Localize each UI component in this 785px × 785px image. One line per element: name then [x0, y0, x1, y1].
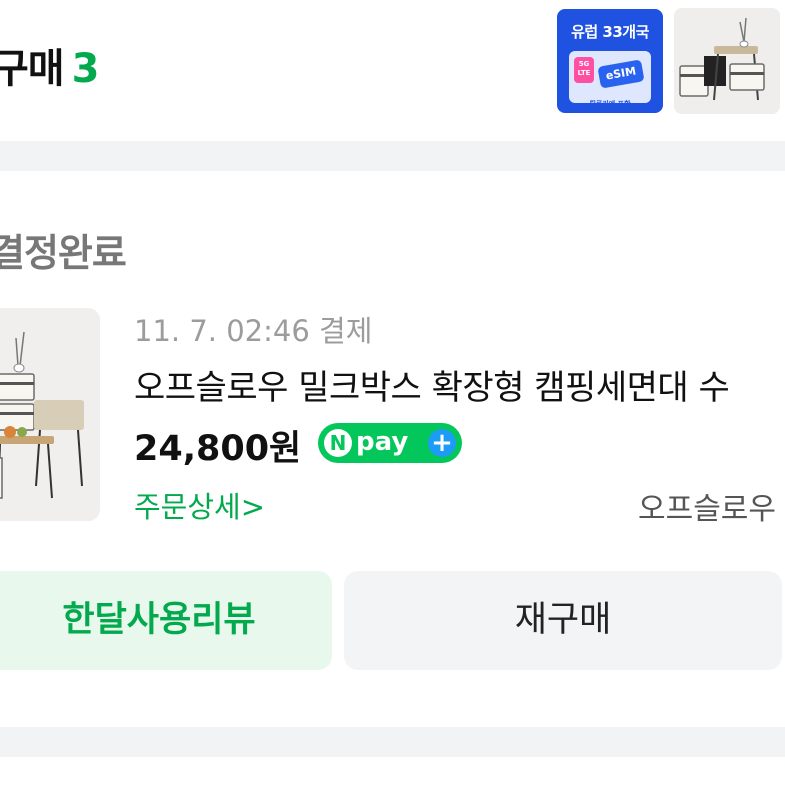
- purchase-count: 3: [71, 46, 100, 92]
- npay-plus-badge: N pay +: [318, 423, 462, 463]
- npay-label: pay: [356, 427, 409, 457]
- page: 구매 3 유럽 33개국 5G LTE eSIM 튀르키예 포함 결정완료 11…: [0, 0, 785, 785]
- product-image[interactable]: [0, 308, 100, 521]
- naver-n-icon: N: [324, 429, 352, 457]
- page-title-text: 구매: [0, 46, 65, 92]
- monthly-review-button[interactable]: 한달사용리뷰: [0, 571, 332, 670]
- esim-ad-caption: 튀르키예 포함: [589, 100, 631, 108]
- order-detail-link[interactable]: 주문상세>: [134, 484, 265, 526]
- rebuy-button[interactable]: 재구매: [344, 571, 782, 670]
- lte-badge: 5G LTE: [574, 57, 594, 83]
- esim-card-icon: 5G LTE eSIM: [569, 51, 651, 103]
- page-title: 구매 3: [0, 36, 100, 94]
- esim-ad-thumbnail[interactable]: 유럽 33개국 5G LTE eSIM 튀르키예 포함: [557, 9, 663, 113]
- payment-date: 11. 7. 02:46 결제: [134, 314, 373, 348]
- header: 구매 3 유럽 33개국 5G LTE eSIM 튀르키예 포함: [0, 0, 785, 140]
- esim-ad-title: 유럽 33개국: [571, 23, 649, 41]
- plus-icon: +: [428, 429, 456, 457]
- camping-sink-image: [0, 308, 100, 521]
- camping-ad-thumbnail[interactable]: [674, 8, 780, 114]
- order-status: 결정완료: [0, 231, 127, 275]
- section-separator: [0, 141, 785, 171]
- section-separator-bottom: [0, 727, 785, 757]
- seller-name[interactable]: 오프슬로우: [638, 484, 776, 528]
- camping-furniture-image: [674, 8, 780, 114]
- product-price: 24,800원: [134, 429, 302, 469]
- product-name[interactable]: 오프슬로우 밀크박스 확장형 캠핑세면대 수: [134, 360, 730, 409]
- esim-label: eSIM: [597, 59, 645, 89]
